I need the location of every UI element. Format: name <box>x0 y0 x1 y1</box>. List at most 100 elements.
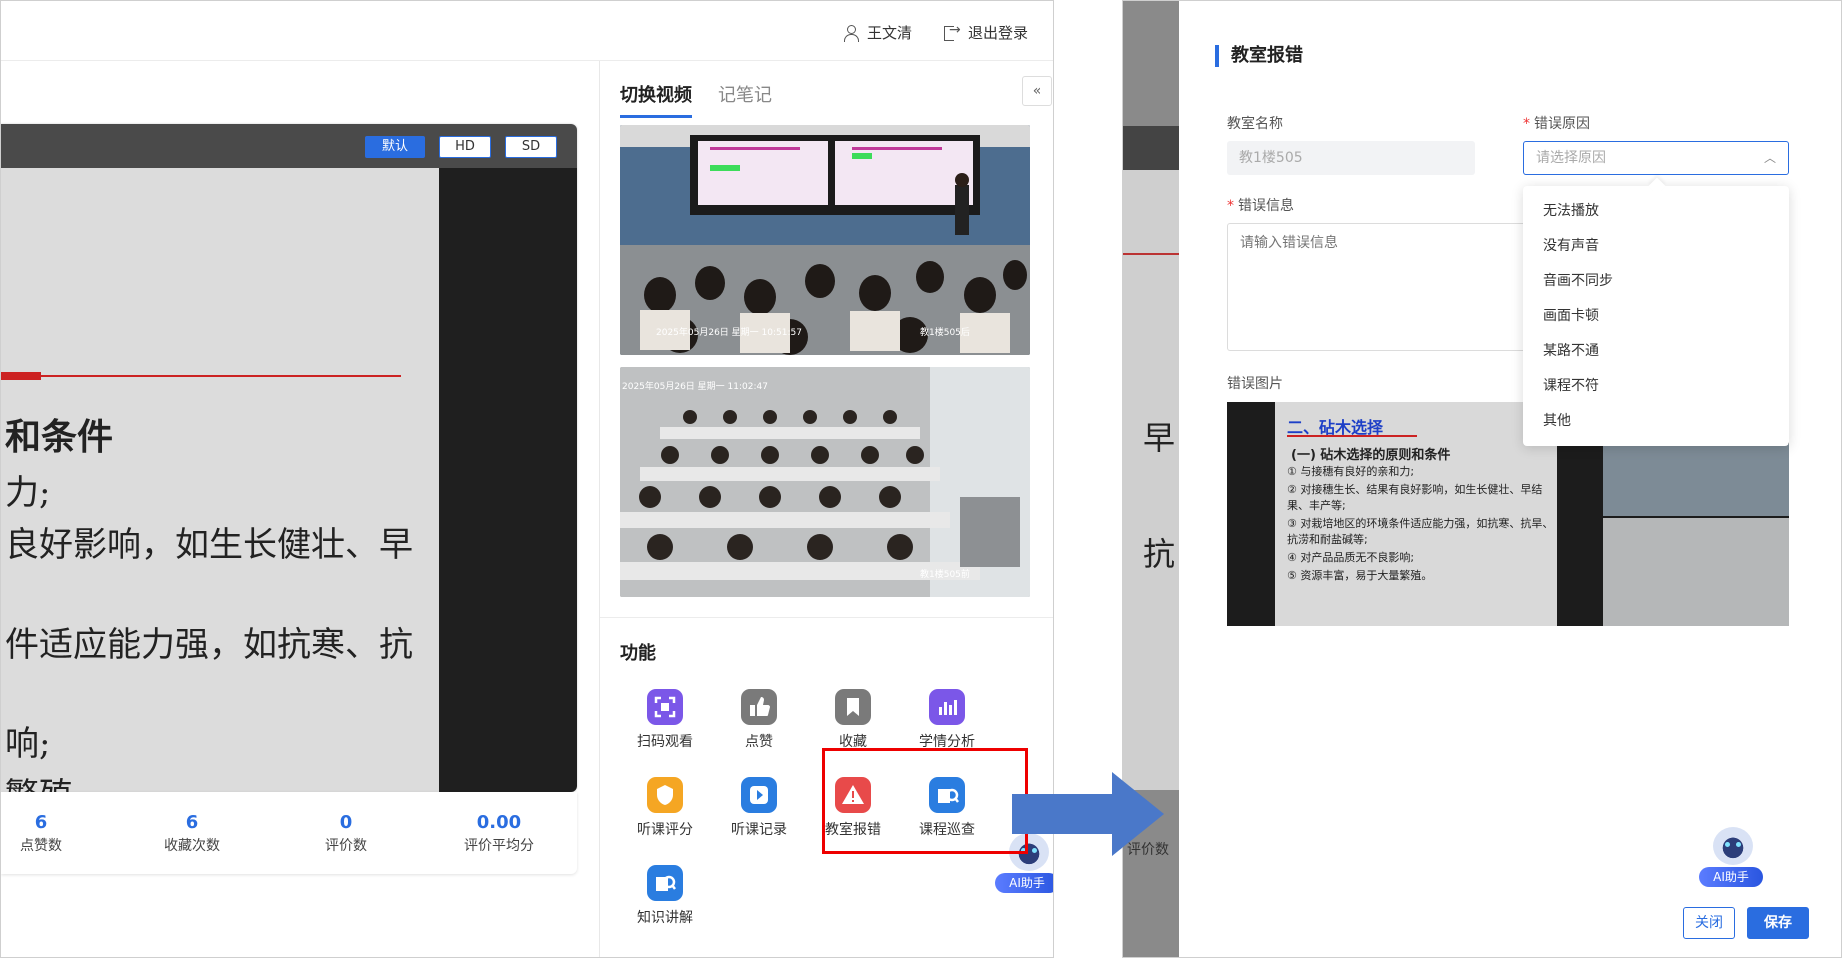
stat-label: 评价数 <box>325 838 367 854</box>
bg-player-toolbar <box>1123 126 1179 170</box>
user-info[interactable]: 王文清 <box>843 22 912 43</box>
stat-label: 评价平均分 <box>464 838 534 854</box>
reason-option[interactable]: 某路不通 <box>1523 334 1789 369</box>
camera-timestamp: 2025年05月26日 星期一 10:51:57 <box>656 328 802 338</box>
error-reason-select[interactable]: 请选择原因 ︿ <box>1523 141 1789 175</box>
classroom-report-screen: 早 抗 评价数 教室报错 教室名称 教1楼505 * 错误原因 请选择原因 ︿ *… <box>1122 0 1842 958</box>
logout-icon <box>944 22 961 41</box>
screenshot-slide-item: ④ 对产品品质无不良影响; <box>1287 551 1415 564</box>
stat-reviews: 0 评价数 <box>276 812 416 855</box>
function-knowledge-explain[interactable]: 知识讲解 <box>620 865 710 927</box>
highlight-classroom-report <box>822 748 1028 854</box>
slide-line: 力; <box>5 473 51 513</box>
camera-room-label: 教1楼505后 <box>920 328 970 338</box>
function-learning-analysis[interactable]: 学情分析 <box>902 689 992 751</box>
camera-feed-front[interactable]: 2025年05月26日 星期一 11:02:47 教1楼505前 <box>620 367 1030 597</box>
reason-option[interactable]: 无法播放 <box>1523 194 1789 229</box>
slide-line: 良好影响，如生长健壮、早 <box>5 525 413 565</box>
lecture-slide: 和条件 力; 良好影响，如生长健壮、早 件适应能力强，如抗寒、抗 响; 繁殖。 <box>1 168 439 792</box>
stat-average-score: 0.00 评价平均分 <box>429 812 569 855</box>
player-toolbar: 默认 HD SD <box>1 124 577 168</box>
slide-heading: 和条件 <box>5 417 114 458</box>
error-reason-label-text: 错误原因 <box>1534 116 1590 132</box>
logout-label: 退出登录 <box>968 24 1029 42</box>
ai-assistant-label: AI助手 <box>995 873 1053 893</box>
reason-option[interactable]: 课程不符 <box>1523 369 1789 404</box>
camera-timestamp: 2025年05月26日 星期一 11:02:47 <box>622 382 768 392</box>
screenshot-slide-item: ⑤ 资源丰富，易于大量繁殖。 <box>1287 569 1433 582</box>
screenshot-slide-item: ③ 对栽培地区的环境条件适应能力强，如抗寒、抗旱、抗涝和耐盐碱等; <box>1287 517 1554 546</box>
save-button[interactable]: 保存 <box>1747 907 1809 939</box>
video-player[interactable]: 默认 HD SD 和条件 力; 良好影响，如生长健壮、早 件适应能力强，如抗寒、… <box>1 124 577 792</box>
quality-default-button[interactable]: 默认 <box>365 136 425 158</box>
drawer-title: 教室报错 <box>1215 45 1303 67</box>
required-mark: * <box>1523 116 1530 132</box>
function-like[interactable]: 点赞 <box>714 689 804 751</box>
screenshot-slide-item: ② 对接穗生长、结果有良好影响，如生长健壮、早结果、丰产等; <box>1287 483 1543 512</box>
robot-icon <box>1713 827 1753 865</box>
function-label: 点赞 <box>745 734 773 750</box>
error-reason-placeholder: 请选择原因 <box>1536 150 1606 166</box>
function-label: 听课评分 <box>637 822 693 838</box>
function-scan-watch[interactable]: 扫码观看 <box>620 689 710 751</box>
ai-assistant-button[interactable]: AI助手 <box>1699 827 1763 887</box>
slide-divider <box>1 375 401 377</box>
stat-label: 点赞数 <box>20 838 62 854</box>
ai-assistant-label: AI助手 <box>1699 867 1763 887</box>
bookmark-icon <box>835 689 871 725</box>
required-mark: * <box>1227 198 1234 214</box>
error-image-label: 错误图片 <box>1227 376 1283 392</box>
user-name: 王文清 <box>867 24 913 42</box>
stat-value: 0.00 <box>476 812 522 833</box>
function-label: 知识讲解 <box>637 910 693 926</box>
error-reason-dropdown: 无法播放 没有声音 音画不同步 画面卡顿 某路不通 课程不符 其他 <box>1523 186 1789 446</box>
camera-feed-rear[interactable]: 2025年05月26日 星期一 10:51:57 教1楼505后 <box>620 125 1030 355</box>
quality-sd-button[interactable]: SD <box>505 136 557 158</box>
tab-take-notes[interactable]: 记笔记 <box>718 81 772 118</box>
slide-divider-accent <box>1 372 41 380</box>
stat-favorites: 6 收藏次数 <box>122 812 262 855</box>
thumbs-up-icon <box>741 689 777 725</box>
play-record-icon <box>741 777 777 813</box>
bg-slide-char: 早 <box>1143 419 1176 457</box>
slide-line: 件适应能力强，如抗寒、抗 <box>5 625 413 665</box>
function-lesson-rating[interactable]: 听课评分 <box>620 777 710 839</box>
bg-slide-line <box>1123 253 1179 255</box>
reason-option[interactable]: 其他 <box>1523 404 1789 439</box>
function-label: 扫码观看 <box>637 734 693 750</box>
stat-value: 6 <box>185 812 199 833</box>
function-label: 听课记录 <box>731 822 787 838</box>
slide-line: 响; <box>5 724 51 764</box>
user-icon <box>843 24 859 42</box>
reason-option[interactable]: 音画不同步 <box>1523 264 1789 299</box>
qr-scan-icon <box>647 689 683 725</box>
functions-title: 功能 <box>620 643 656 664</box>
close-button[interactable]: 关闭 <box>1683 907 1735 939</box>
slide-side-area <box>439 168 577 792</box>
stat-value: 0 <box>339 812 353 833</box>
logout-button[interactable]: 退出登录 <box>944 22 1028 43</box>
chevron-up-icon: ︿ <box>1763 151 1776 165</box>
stat-label: 收藏次数 <box>164 838 220 854</box>
function-favorite[interactable]: 收藏 <box>808 689 898 751</box>
analytics-icon <box>929 689 965 725</box>
classroom-front-view <box>620 367 1030 597</box>
quality-hd-button[interactable]: HD <box>439 136 491 158</box>
reason-option[interactable]: 画面卡顿 <box>1523 299 1789 334</box>
report-drawer: 教室报错 教室名称 教1楼505 *错误原因 请选择原因 ︿ *错误信息 错误图… <box>1179 1 1841 957</box>
screenshot-camera-front <box>1603 518 1789 626</box>
stats-bar: 6 点赞数 6 收藏次数 0 评价数 0.00 评价平均分 <box>1 792 577 874</box>
tab-switch-video[interactable]: 切换视频 <box>620 81 692 118</box>
collapse-button[interactable]: « <box>1022 76 1052 106</box>
stat-likes: 6 点赞数 <box>1 812 111 855</box>
top-bar: 王文清 退出登录 <box>1 1 1053 61</box>
screenshot-slide-line <box>1287 435 1417 437</box>
knowledge-icon <box>647 865 683 901</box>
reason-option[interactable]: 没有声音 <box>1523 229 1789 264</box>
bg-slide <box>1123 170 1179 790</box>
flow-arrow-icon <box>1012 772 1164 856</box>
function-lesson-record[interactable]: 听课记录 <box>714 777 804 839</box>
bg-slide-char: 抗 <box>1143 535 1176 573</box>
error-info-label-text: 错误信息 <box>1238 198 1294 214</box>
stat-value: 6 <box>34 812 48 833</box>
